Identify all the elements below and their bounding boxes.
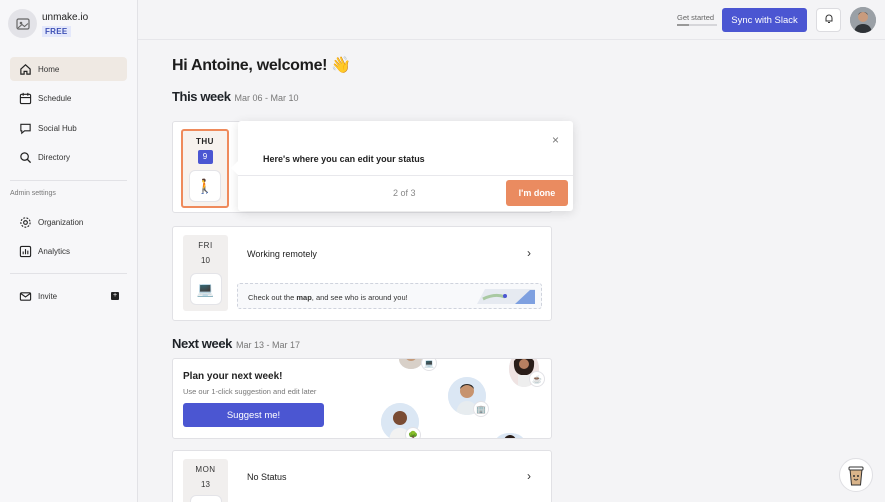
coffee-icon: ☕ xyxy=(529,371,545,387)
close-icon[interactable]: × xyxy=(552,133,559,147)
next-week-range: Mar 13 - Mar 17 xyxy=(236,340,301,350)
sidebar: unmake.io FREE Home Schedule Social Hub … xyxy=(0,0,138,502)
day-column: MON 13 xyxy=(183,459,228,502)
sync-with-slack-button[interactable]: Sync with Slack xyxy=(722,8,807,32)
plan-title: Plan your next week! xyxy=(183,371,283,382)
notifications-button[interactable] xyxy=(816,8,841,32)
status-emoji[interactable]: 💻 xyxy=(189,273,222,305)
workspace-name: unmake.io xyxy=(42,12,89,23)
day-date: 9 xyxy=(197,150,213,164)
teammate-avatar xyxy=(495,433,525,438)
tree-icon: 🌳 xyxy=(405,427,421,438)
sidebar-divider xyxy=(10,180,127,181)
this-week-title: This week xyxy=(172,89,231,104)
sidebar-item-social-hub[interactable]: Social Hub xyxy=(10,116,127,140)
popover-step-counter: 2 of 3 xyxy=(393,188,416,198)
sidebar-item-label: Organization xyxy=(38,217,84,227)
day-name: THU xyxy=(196,137,214,146)
day-name: FRI xyxy=(198,241,213,250)
map-thumbnail-icon xyxy=(477,289,535,304)
status-text: No Status xyxy=(247,472,287,482)
sidebar-item-label: Invite xyxy=(38,291,58,301)
admin-section-label: Admin settings xyxy=(10,190,56,197)
chat-icon xyxy=(18,121,32,135)
status-emoji[interactable]: 🚶 xyxy=(189,170,221,202)
home-icon xyxy=(18,62,32,76)
chevron-right-icon[interactable]: › xyxy=(527,246,531,260)
map-banner-text: Check out the map, and see who is around… xyxy=(248,293,408,302)
day-date: 13 xyxy=(201,480,210,489)
coffee-cup-icon xyxy=(848,466,864,486)
onboarding-popover: Here's where you can edit your status × … xyxy=(231,121,573,211)
this-week-heading: This week Mar 06 - Mar 10 xyxy=(172,89,299,104)
popover-divider xyxy=(238,175,573,176)
laptop-icon: 💻 xyxy=(421,359,437,371)
map-banner[interactable]: Check out the map, and see who is around… xyxy=(237,283,542,309)
sidebar-item-analytics[interactable]: Analytics xyxy=(10,239,127,263)
bell-icon xyxy=(824,11,834,29)
sidebar-item-label: Directory xyxy=(38,152,71,162)
mail-icon xyxy=(18,289,32,303)
plan-week-card: Plan your next week! Use our 1-click sug… xyxy=(172,358,552,439)
sidebar-item-home[interactable]: Home xyxy=(10,57,127,81)
sidebar-item-label: Social Hub xyxy=(38,123,77,133)
sidebar-item-label: Schedule xyxy=(38,93,72,103)
plan-badge: FREE xyxy=(42,26,71,37)
help-widget-button[interactable] xyxy=(839,458,873,492)
building-icon: 🏢 xyxy=(473,401,489,417)
status-emoji-empty[interactable] xyxy=(189,495,222,502)
status-editor-thu[interactable]: THU 9 🚶 xyxy=(181,129,229,208)
day-card-fri[interactable]: FRI 10 💻 Working remotely › Check out th… xyxy=(172,226,552,321)
chart-icon xyxy=(18,244,32,258)
plus-icon[interactable]: + xyxy=(111,292,119,300)
this-week-range: Mar 06 - Mar 10 xyxy=(234,93,299,103)
search-icon xyxy=(18,150,32,164)
plan-subtitle: Use our 1-click suggestion and edit late… xyxy=(183,387,317,396)
map-link[interactable]: map xyxy=(296,293,311,302)
day-column: FRI 10 💻 xyxy=(183,235,228,311)
user-avatar[interactable] xyxy=(850,7,876,33)
welcome-heading: Hi Antoine, welcome! 👋 xyxy=(172,57,351,74)
next-week-title: Next week xyxy=(172,336,232,351)
get-started-progress xyxy=(677,24,717,26)
popover-title: Here's where you can edit your status xyxy=(263,154,425,164)
done-button[interactable]: I'm done xyxy=(506,180,568,206)
sidebar-divider xyxy=(10,273,127,274)
day-date: 10 xyxy=(201,256,210,265)
suggest-me-button[interactable]: Suggest me! xyxy=(183,403,324,427)
teammate-avatar xyxy=(399,359,423,369)
workspace-logo-icon xyxy=(8,9,37,38)
map-text-suffix: , and see who is around you! xyxy=(311,293,408,302)
status-text: Working remotely xyxy=(247,249,317,259)
day-card-mon[interactable]: MON 13 No Status › xyxy=(172,450,552,502)
map-text-prefix: Check out the xyxy=(248,293,297,302)
chevron-right-icon[interactable]: › xyxy=(527,469,531,483)
sidebar-item-label: Analytics xyxy=(38,246,71,256)
get-started-progress-fill xyxy=(677,24,689,26)
sidebar-item-schedule[interactable]: Schedule xyxy=(10,86,127,110)
next-week-heading: Next week Mar 13 - Mar 17 xyxy=(172,336,300,351)
gear-icon xyxy=(18,215,32,229)
workspace-switcher[interactable]: unmake.io FREE xyxy=(8,9,88,38)
sidebar-item-label: Home xyxy=(38,64,60,74)
day-name: MON xyxy=(195,465,216,474)
get-started-link[interactable]: Get started xyxy=(677,13,714,22)
calendar-icon xyxy=(18,91,32,105)
sidebar-item-directory[interactable]: Directory xyxy=(10,145,127,169)
sidebar-item-invite[interactable]: Invite + xyxy=(10,284,127,308)
sidebar-item-organization[interactable]: Organization xyxy=(10,210,127,234)
